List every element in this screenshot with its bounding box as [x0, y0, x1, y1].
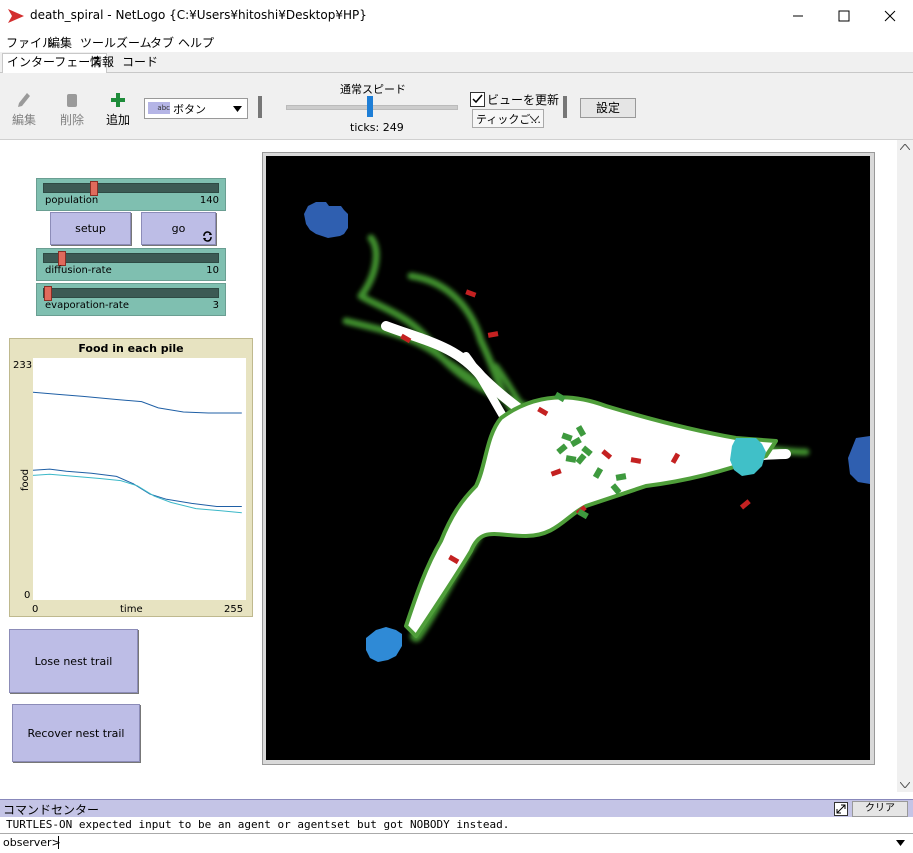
y-min-tick: 0 — [24, 590, 30, 601]
netlogo-logo-icon — [8, 9, 24, 23]
vertical-scrollbar[interactable] — [897, 140, 913, 792]
speed-slider-handle[interactable] — [367, 96, 373, 117]
ticks-counter: ticks: 249 — [350, 121, 404, 134]
check-icon — [472, 94, 483, 104]
go-button[interactable]: go — [141, 212, 216, 245]
clear-button[interactable]: クリア — [852, 801, 908, 817]
command-output-text: TURTLES-ON expected input to be an agent… — [6, 818, 510, 831]
slider-handle[interactable] — [58, 251, 66, 266]
command-center-header: コマンドセンター クリア — [0, 799, 913, 817]
food-plot-canvas: 233 0 0 255 time food — [13, 358, 246, 615]
go-button-label: go — [171, 222, 186, 235]
menu-tools[interactable]: ツール — [80, 34, 116, 51]
trash-icon — [67, 94, 77, 107]
expand-icon — [836, 804, 846, 814]
forever-icon — [203, 231, 212, 242]
window-title: death_spiral - NetLogo {C:¥Users¥hitoshi… — [30, 8, 367, 22]
slider-value: 140 — [199, 195, 219, 206]
population-slider[interactable]: population 140 — [36, 178, 226, 211]
history-chevron-icon[interactable] — [896, 840, 905, 846]
world-canvas[interactable] — [266, 156, 870, 760]
tab-code[interactable]: コード — [118, 54, 162, 71]
add-tool-label: 追加 — [105, 113, 130, 127]
edit-tool-label: 編集 — [11, 113, 36, 127]
food-plot: Food in each pile 233 0 0 255 time food — [9, 338, 253, 617]
title-bar: death_spiral - NetLogo {C:¥Users¥hitoshi… — [0, 0, 913, 32]
chevron-down-icon — [233, 106, 242, 112]
y-axis-label: food — [20, 469, 31, 491]
update-view-checkbox[interactable] — [470, 92, 485, 107]
slider-label: diffusion-rate — [45, 265, 112, 276]
edit-tool-button[interactable]: 編集 — [4, 91, 44, 128]
close-button[interactable] — [867, 0, 913, 31]
speed-label: 通常スピード — [340, 83, 406, 96]
maximize-button[interactable] — [821, 0, 867, 31]
menu-edit[interactable]: 編集 — [48, 34, 72, 51]
pencil-icon — [18, 93, 30, 107]
x-axis-label: time — [120, 604, 143, 615]
command-center-title: コマンドセンター — [3, 803, 100, 817]
menu-bar: ファイル 編集 ツール ズーム タブ ヘルプ — [0, 31, 913, 51]
command-input[interactable] — [58, 834, 892, 851]
settings-button[interactable]: 設定 — [580, 98, 636, 118]
widget-type-dropdown[interactable]: abc ボタン — [144, 98, 248, 119]
setup-button[interactable]: setup — [50, 212, 131, 245]
slider-track — [43, 251, 219, 266]
toolbar-separator — [563, 96, 567, 118]
widget-type-value: ボタン — [173, 103, 206, 116]
slider-handle[interactable] — [44, 286, 52, 301]
menu-file[interactable]: ファイル — [6, 34, 54, 51]
maximize-icon — [838, 10, 850, 21]
evaporation-rate-slider[interactable]: evaporation-rate 3 — [36, 283, 226, 316]
command-input-row: observer> — [0, 833, 913, 852]
scroll-up-icon[interactable] — [900, 144, 910, 150]
x-max-tick: 255 — [224, 604, 243, 615]
diffusion-rate-slider[interactable]: diffusion-rate 10 — [36, 248, 226, 281]
menu-tab[interactable]: タブ — [150, 34, 174, 51]
delete-tool-button[interactable]: 削除 — [52, 91, 92, 128]
button-widget-icon: abc — [148, 102, 170, 114]
expand-button[interactable] — [834, 802, 848, 816]
observer-prompt[interactable]: observer> — [3, 836, 61, 849]
recover-nest-trail-button[interactable]: Recover nest trail — [12, 704, 140, 762]
slider-track — [43, 286, 219, 301]
slider-label: population — [45, 195, 99, 206]
chevron-down-icon — [530, 115, 539, 122]
lose-nest-trail-button[interactable]: Lose nest trail — [9, 629, 138, 693]
x-min-tick: 0 — [32, 604, 38, 615]
menu-help[interactable]: ヘルプ — [178, 34, 214, 51]
tab-info[interactable]: 情報 — [86, 54, 118, 71]
update-mode-dropdown[interactable]: ティックご... — [472, 109, 544, 128]
menu-zoom[interactable]: ズーム — [116, 34, 152, 51]
slider-value: 3 — [212, 300, 219, 311]
add-tool-button[interactable]: 追加 — [98, 91, 138, 128]
close-icon — [884, 10, 896, 21]
y-max-tick: 233 — [13, 360, 32, 371]
toolbar-separator — [258, 96, 262, 118]
world-view[interactable] — [262, 152, 875, 765]
tab-bar: インターフェース 情報 コード — [0, 52, 913, 73]
interface-panel: population 140 setup go diffusion-rate 1… — [0, 140, 898, 792]
update-view-label: ビューを更新 — [487, 93, 560, 107]
slider-value: 10 — [206, 265, 219, 276]
delete-tool-label: 削除 — [59, 113, 84, 127]
slider-handle[interactable] — [90, 181, 98, 196]
slider-label: evaporation-rate — [45, 300, 129, 311]
plot-area — [33, 358, 246, 600]
plus-icon — [111, 93, 125, 107]
slider-track — [43, 181, 219, 196]
command-output: TURTLES-ON expected input to be an agent… — [0, 817, 897, 834]
toolbar: 編集 削除 追加 abc ボタン 通常スピード ticks: 249 ビューを更… — [0, 73, 913, 140]
scroll-down-icon[interactable] — [900, 782, 910, 788]
minimize-icon — [793, 15, 803, 16]
minimize-button[interactable] — [775, 0, 821, 31]
